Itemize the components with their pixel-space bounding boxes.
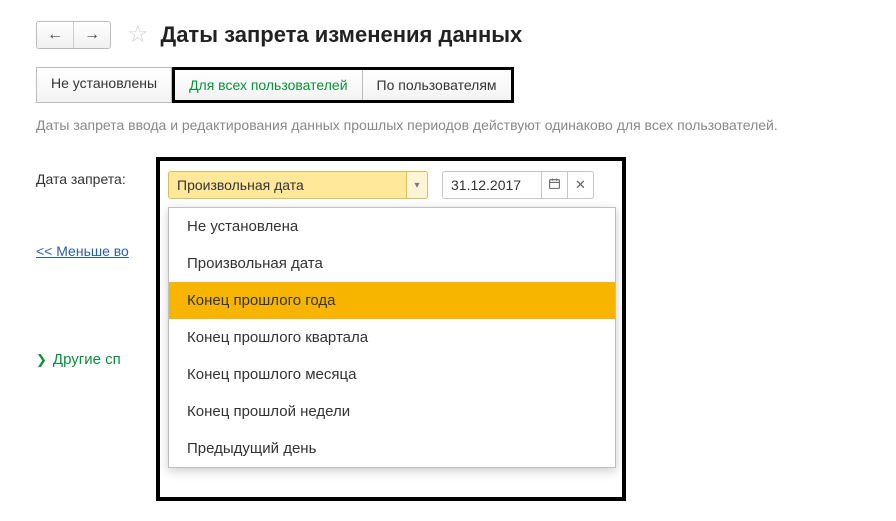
calendar-button[interactable] [542, 171, 568, 199]
other-ways-label: Другие сп [53, 351, 121, 368]
favorite-star-icon[interactable]: ☆ [127, 20, 149, 49]
tab-all-users[interactable]: Для всех пользователей [175, 70, 361, 100]
date-input[interactable]: 31.12.2017 [442, 171, 542, 199]
dropdown-option[interactable]: Конец прошлой недели [169, 393, 615, 430]
arrow-right-icon: → [84, 26, 100, 44]
date-mode-select[interactable]: Произвольная дата ▾ [168, 171, 428, 199]
mode-tabs: Не установлены Для всех пользователей По… [36, 67, 860, 103]
dropdown-option[interactable]: Предыдущий день [169, 430, 615, 467]
dropdown-option-selected[interactable]: Конец прошлого года [169, 282, 615, 319]
tabs-highlight-annotation: Для всех пользователей По пользователям [172, 67, 513, 103]
back-button[interactable]: ← [37, 22, 73, 48]
date-field-label: Дата запрета: [36, 171, 126, 187]
tab-not-set[interactable]: Не установлены [36, 67, 172, 103]
date-selector-highlight-annotation: Произвольная дата ▾ 31.12.2017 ✕ Не уста… [156, 157, 626, 501]
arrow-left-icon: ← [47, 26, 63, 44]
close-icon: ✕ [575, 177, 586, 193]
dropdown-caret-button[interactable]: ▾ [406, 171, 428, 199]
calendar-icon [548, 177, 561, 193]
nav-buttons: ← → [36, 21, 111, 49]
tab-by-users[interactable]: По пользователям [362, 70, 511, 100]
date-mode-dropdown: Не установлена Произвольная дата Конец п… [168, 207, 616, 468]
dropdown-option[interactable]: Конец прошлого месяца [169, 356, 615, 393]
forward-button[interactable]: → [73, 22, 110, 48]
dropdown-option[interactable]: Произвольная дата [169, 245, 615, 282]
dropdown-option[interactable]: Не установлена [169, 208, 615, 245]
less-options-link[interactable]: << Меньше во [36, 243, 129, 259]
dropdown-option[interactable]: Конец прошлого квартала [169, 319, 615, 356]
chevron-down-icon: ▾ [414, 180, 419, 191]
other-ways-toggle[interactable]: ❯ Другие сп [36, 351, 121, 368]
chevron-right-icon: ❯ [36, 352, 47, 368]
clear-date-button[interactable]: ✕ [568, 171, 594, 199]
page-title: Даты запрета изменения данных [161, 22, 523, 48]
date-mode-value: Произвольная дата [168, 171, 406, 199]
description-text: Даты запрета ввода и редактирования данн… [36, 117, 860, 133]
